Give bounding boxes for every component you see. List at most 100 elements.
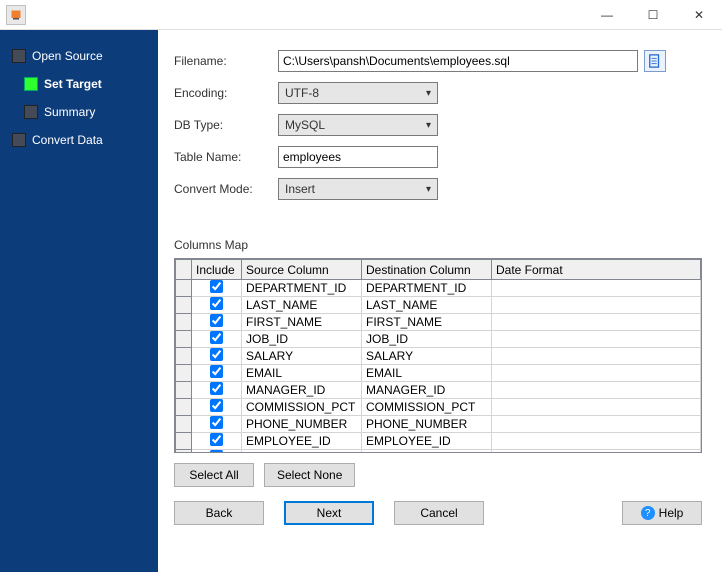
table-row[interactable]: MANAGER_IDMANAGER_ID — [176, 382, 701, 399]
destination-column-cell[interactable]: EMPLOYEE_ID — [362, 433, 492, 450]
cancel-button[interactable]: Cancel — [394, 501, 484, 525]
filename-label: Filename: — [174, 54, 278, 68]
destination-column-cell[interactable]: COMMISSION_PCT — [362, 399, 492, 416]
include-checkbox[interactable] — [210, 348, 223, 361]
table-row[interactable]: EMAILEMAIL — [176, 365, 701, 382]
destination-column-cell[interactable]: SALARY — [362, 348, 492, 365]
row-selector-cell[interactable] — [176, 399, 192, 416]
table-header-row: Include Source Column Destination Column… — [176, 260, 701, 280]
chevron-down-icon: ▾ — [426, 120, 431, 131]
table-row[interactable]: HIRE_DATEHIRE_DATEmm/dd/yyyy — [176, 450, 701, 454]
row-selector-cell[interactable] — [176, 450, 192, 454]
row-selector-cell[interactable] — [176, 297, 192, 314]
source-column-cell[interactable]: EMPLOYEE_ID — [242, 433, 362, 450]
date-format-cell[interactable] — [492, 416, 701, 433]
select-none-button[interactable]: Select None — [264, 463, 355, 487]
sidebar-item-open-source[interactable]: Open Source — [0, 42, 158, 70]
encoding-select[interactable]: UTF-8 ▾ — [278, 82, 438, 104]
date-format-cell[interactable] — [492, 331, 701, 348]
row-selector-cell[interactable] — [176, 416, 192, 433]
destination-column-cell[interactable]: MANAGER_ID — [362, 382, 492, 399]
table-header-include[interactable]: Include — [192, 260, 242, 280]
sidebar-item-summary[interactable]: Summary — [0, 98, 158, 126]
table-row[interactable]: SALARYSALARY — [176, 348, 701, 365]
source-column-cell[interactable]: FIRST_NAME — [242, 314, 362, 331]
table-row[interactable]: PHONE_NUMBERPHONE_NUMBER — [176, 416, 701, 433]
source-column-cell[interactable]: JOB_ID — [242, 331, 362, 348]
convertmode-select[interactable]: Insert ▾ — [278, 178, 438, 200]
include-checkbox[interactable] — [210, 416, 223, 429]
destination-column-cell[interactable]: EMAIL — [362, 365, 492, 382]
next-button[interactable]: Next — [284, 501, 374, 525]
date-format-cell[interactable]: mm/dd/yyyy — [492, 450, 701, 454]
table-row[interactable]: JOB_IDJOB_ID — [176, 331, 701, 348]
destination-column-cell[interactable]: PHONE_NUMBER — [362, 416, 492, 433]
source-column-cell[interactable]: EMAIL — [242, 365, 362, 382]
include-checkbox[interactable] — [210, 297, 223, 310]
row-selector-cell[interactable] — [176, 280, 192, 297]
date-format-cell[interactable] — [492, 382, 701, 399]
dbtype-select[interactable]: MySQL ▾ — [278, 114, 438, 136]
source-column-cell[interactable]: COMMISSION_PCT — [242, 399, 362, 416]
table-row[interactable]: FIRST_NAMEFIRST_NAME — [176, 314, 701, 331]
table-row[interactable]: DEPARTMENT_IDDEPARTMENT_ID — [176, 280, 701, 297]
include-checkbox[interactable] — [210, 382, 223, 395]
table-row[interactable]: EMPLOYEE_IDEMPLOYEE_ID — [176, 433, 701, 450]
date-format-cell[interactable] — [492, 433, 701, 450]
destination-column-cell[interactable]: DEPARTMENT_ID — [362, 280, 492, 297]
include-cell — [192, 450, 242, 454]
include-checkbox[interactable] — [210, 450, 223, 453]
table-row[interactable]: COMMISSION_PCTCOMMISSION_PCT — [176, 399, 701, 416]
filename-input[interactable] — [278, 50, 638, 72]
sidebar-item-label: Open Source — [32, 49, 103, 63]
include-checkbox[interactable] — [210, 365, 223, 378]
row-selector-cell[interactable] — [176, 348, 192, 365]
include-cell — [192, 314, 242, 331]
source-column-cell[interactable]: SALARY — [242, 348, 362, 365]
help-button[interactable]: ? Help — [622, 501, 702, 525]
row-selector-cell[interactable] — [176, 331, 192, 348]
date-format-cell[interactable] — [492, 297, 701, 314]
date-format-cell[interactable] — [492, 365, 701, 382]
table-header-format[interactable]: Date Format — [492, 260, 701, 280]
maximize-button[interactable]: ☐ — [630, 0, 676, 30]
table-row[interactable]: LAST_NAMELAST_NAME — [176, 297, 701, 314]
source-column-cell[interactable]: PHONE_NUMBER — [242, 416, 362, 433]
minimize-button[interactable]: — — [584, 0, 630, 30]
destination-column-cell[interactable]: LAST_NAME — [362, 297, 492, 314]
destination-column-cell[interactable]: FIRST_NAME — [362, 314, 492, 331]
date-format-cell[interactable] — [492, 280, 701, 297]
convertmode-row: Convert Mode: Insert ▾ — [174, 178, 702, 200]
sidebar-item-convert-data[interactable]: Convert Data — [0, 126, 158, 154]
row-selector-cell[interactable] — [176, 382, 192, 399]
source-column-cell[interactable]: DEPARTMENT_ID — [242, 280, 362, 297]
table-header-source[interactable]: Source Column — [242, 260, 362, 280]
row-selector-cell[interactable] — [176, 314, 192, 331]
source-column-cell[interactable]: LAST_NAME — [242, 297, 362, 314]
include-checkbox[interactable] — [210, 399, 223, 412]
include-checkbox[interactable] — [210, 433, 223, 446]
back-button[interactable]: Back — [174, 501, 264, 525]
include-checkbox[interactable] — [210, 331, 223, 344]
destination-column-cell[interactable]: HIRE_DATE — [362, 450, 492, 454]
source-column-cell[interactable]: MANAGER_ID — [242, 382, 362, 399]
include-checkbox[interactable] — [210, 280, 223, 293]
source-column-cell[interactable]: HIRE_DATE — [242, 450, 362, 454]
columns-map-title: Columns Map — [174, 238, 702, 252]
tablename-input[interactable] — [278, 146, 438, 168]
app-window: — ☐ ✕ Open Source Set Target Summary Con… — [0, 0, 722, 572]
date-format-cell[interactable] — [492, 399, 701, 416]
destination-column-cell[interactable]: JOB_ID — [362, 331, 492, 348]
date-format-cell[interactable] — [492, 314, 701, 331]
sidebar-item-set-target[interactable]: Set Target — [0, 70, 158, 98]
row-selector-cell[interactable] — [176, 433, 192, 450]
include-checkbox[interactable] — [210, 314, 223, 327]
select-all-button[interactable]: Select All — [174, 463, 254, 487]
table-header-dest[interactable]: Destination Column — [362, 260, 492, 280]
date-format-cell[interactable] — [492, 348, 701, 365]
browse-file-button[interactable] — [644, 50, 666, 72]
close-button[interactable]: ✕ — [676, 0, 722, 30]
row-selector-cell[interactable] — [176, 365, 192, 382]
step-indicator-icon — [24, 77, 38, 91]
sidebar-item-label: Summary — [44, 105, 95, 119]
